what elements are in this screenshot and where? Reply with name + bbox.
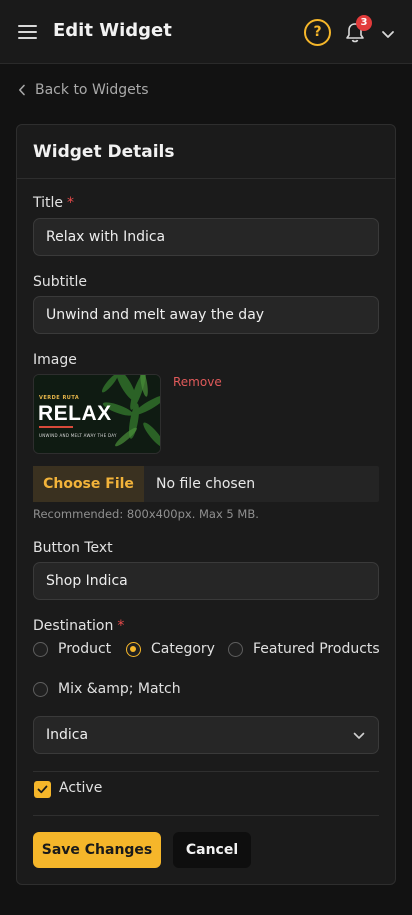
- radio-product[interactable]: Product: [33, 641, 111, 657]
- select-value: Indica: [46, 727, 89, 743]
- radio-category-label: Category: [151, 641, 215, 657]
- radio-indicator-selected: [126, 641, 141, 657]
- save-changes-button[interactable]: Save Changes: [33, 832, 161, 868]
- radio-category[interactable]: Category: [126, 641, 215, 657]
- divider: [33, 815, 379, 816]
- subtitle-input[interactable]: Unwind and melt away the day: [33, 296, 379, 334]
- notification-badge: 3: [356, 15, 372, 31]
- radio-featured-products[interactable]: Featured Products: [228, 641, 380, 657]
- title-label-text: Title: [33, 195, 64, 211]
- chevron-left-icon: [19, 84, 25, 96]
- back-to-widgets-link[interactable]: Back to Widgets: [18, 80, 149, 100]
- image-label: Image: [33, 352, 77, 368]
- subtitle-label: Subtitle: [33, 274, 88, 290]
- top-bar: Edit Widget ? 3: [0, 0, 412, 64]
- button-text-input[interactable]: Shop Indica: [33, 562, 379, 600]
- thumbnail-eyebrow: VERDE RUTA: [39, 395, 80, 401]
- thumbnail-headline: RELAX: [38, 402, 112, 425]
- choose-file-button[interactable]: Choose File: [33, 466, 144, 502]
- required-marker: *: [67, 195, 75, 211]
- file-input[interactable]: Choose File No file chosen: [33, 466, 379, 502]
- radio-indicator: [33, 681, 48, 697]
- radio-mix-and-match-label: Mix &amp; Match: [58, 681, 181, 697]
- destination-category-select[interactable]: Indica: [33, 716, 379, 754]
- image-hint: Recommended: 800x400px. Max 5 MB.: [33, 507, 259, 521]
- hamburger-menu-icon[interactable]: [18, 23, 38, 41]
- button-text-label: Button Text: [33, 540, 113, 556]
- widget-image-thumbnail: VERDE RUTA RELAX UNWIND AND MELT AWAY TH…: [33, 374, 161, 454]
- page-title: Edit Widget: [53, 20, 172, 41]
- card-title: Widget Details: [33, 142, 175, 162]
- divider: [33, 771, 379, 772]
- radio-mix-and-match[interactable]: Mix &amp; Match: [33, 681, 181, 697]
- radio-product-label: Product: [58, 641, 112, 657]
- chevron-down-icon[interactable]: [381, 26, 395, 38]
- title-input[interactable]: Relax with Indica: [33, 218, 379, 256]
- active-checkbox[interactable]: [34, 781, 51, 798]
- remove-image-link[interactable]: Remove: [173, 375, 222, 389]
- active-label: Active: [59, 780, 103, 796]
- file-status-text: No file chosen: [156, 476, 256, 492]
- radio-indicator: [228, 641, 243, 657]
- destination-label: Destination *: [33, 618, 124, 634]
- checkmark-icon: [37, 785, 48, 794]
- radio-featured-products-label: Featured Products: [253, 641, 380, 657]
- destination-label-text: Destination: [33, 618, 114, 634]
- radio-indicator: [33, 641, 48, 657]
- cancel-button[interactable]: Cancel: [173, 832, 251, 868]
- card-header: Widget Details: [17, 125, 395, 179]
- back-link-label: Back to Widgets: [35, 82, 149, 98]
- required-marker: *: [117, 618, 125, 634]
- widget-details-card: Widget Details Title * Relax with Indica …: [16, 124, 396, 885]
- chevron-down-icon: [353, 732, 365, 739]
- help-icon[interactable]: ?: [304, 19, 331, 46]
- thumbnail-tagline: UNWIND AND MELT AWAY THE DAY: [39, 433, 117, 438]
- title-label: Title *: [33, 195, 74, 211]
- thumbnail-accent-bar: [39, 426, 73, 428]
